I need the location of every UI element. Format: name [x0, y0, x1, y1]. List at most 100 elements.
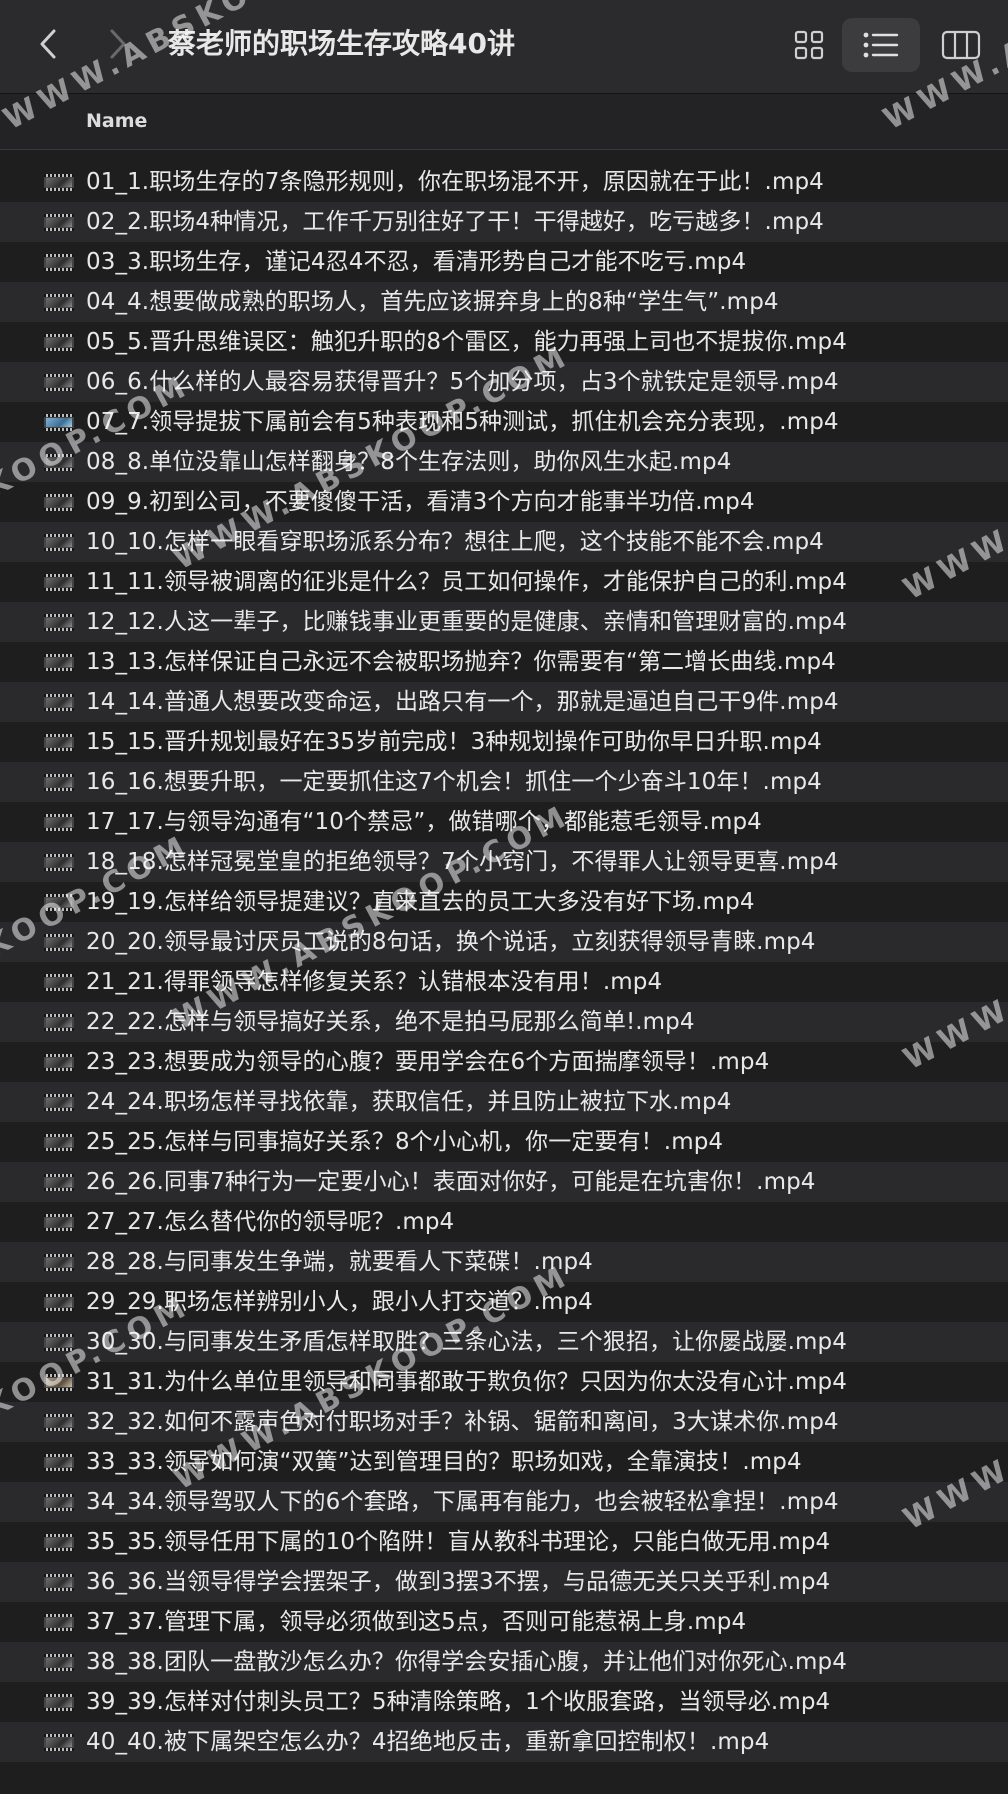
file-row[interactable]: 39_39.怎样对付刺头员工？5种清除策略，1个收服套路，当领导必.mp4	[0, 1682, 1008, 1722]
file-name: 29_29.职场怎样辨别小人，跟小人打交道？.mp4	[86, 1289, 593, 1315]
file-row[interactable]: 31_31.为什么单位里领导和同事都敢于欺负你？只因为你太没有心计.mp4	[0, 1362, 1008, 1402]
file-row[interactable]: 35_35.领导任用下属的10个陷阱！盲从教科书理论，只能白做无用.mp4	[0, 1522, 1008, 1562]
file-name: 30_30.与同事发生矛盾怎样取胜？三条心法，三个狠招，让你屡战屡.mp4	[86, 1329, 847, 1355]
video-file-icon	[44, 934, 74, 951]
file-row[interactable]: 27_27.怎么替代你的领导呢？.mp4	[0, 1202, 1008, 1242]
file-row[interactable]: 25_25.怎样与同事搞好关系？8个小心机，你一定要有！.mp4	[0, 1122, 1008, 1162]
file-row[interactable]: 12_12.人这一辈子，比赚钱事业更重要的是健康、亲情和管理财富的.mp4	[0, 602, 1008, 642]
file-row[interactable]: 14_14.普通人想要改变命运，出路只有一个，那就是逼迫自己干9件.mp4	[0, 682, 1008, 722]
video-file-icon	[44, 294, 74, 311]
file-name: 07_7.领导提拔下属前会有5种表现和5种测试，抓住机会充分表现，.mp4	[86, 409, 839, 435]
file-name: 27_27.怎么替代你的领导呢？.mp4	[86, 1209, 455, 1235]
file-row[interactable]: 38_38.团队一盘散沙怎么办？你得学会安插心腹，并让他们对你死心.mp4	[0, 1642, 1008, 1682]
video-file-icon	[44, 1654, 74, 1671]
file-row[interactable]: 20_20.领导最讨厌员工说的8句话，换个说话，立刻获得领导青睐.mp4	[0, 922, 1008, 962]
file-row[interactable]: 24_24.职场怎样寻找依靠，获取信任，并且防止被拉下水.mp4	[0, 1082, 1008, 1122]
file-name: 36_36.当领导得学会摆架子，做到3摆3不摆，与品德无关只关乎利.mp4	[86, 1569, 831, 1595]
file-row[interactable]: 28_28.与同事发生争端，就要看人下菜碟！.mp4	[0, 1242, 1008, 1282]
file-row[interactable]: 19_19.怎样给领导提建议？直来直去的员工大多没有好下场.mp4	[0, 882, 1008, 922]
file-name: 14_14.普通人想要改变命运，出路只有一个，那就是逼迫自己干9件.mp4	[86, 689, 839, 715]
file-row[interactable]: 32_32.如何不露声色对付职场对手？补锅、锯箭和离间，3大谋术你.mp4	[0, 1402, 1008, 1442]
file-name: 02_2.职场4种情况，工作千万别往好了干！干得越好，吃亏越多！.mp4	[86, 209, 824, 235]
video-file-icon	[44, 1334, 74, 1351]
file-list: 01_1.职场生存的7条隐形规则，你在职场混不开，原因就在于此！.mp4 02_2…	[0, 162, 1008, 1762]
file-row[interactable]: 33_33.领导如何演“双簧”达到管理目的？职场如戏，全靠演技！.mp4	[0, 1442, 1008, 1482]
file-row[interactable]: 04_4.想要做成熟的职场人，首先应该摒弃身上的8种“学生气”.mp4	[0, 282, 1008, 322]
file-name: 09_9.初到公司，不要傻傻干活，看清3个方向才能事半功倍.mp4	[86, 489, 755, 515]
file-row[interactable]: 36_36.当领导得学会摆架子，做到3摆3不摆，与品德无关只关乎利.mp4	[0, 1562, 1008, 1602]
file-row[interactable]: 21_21.得罪领导怎样修复关系？认错根本没有用！.mp4	[0, 962, 1008, 1002]
video-file-icon	[44, 214, 74, 231]
forward-button[interactable]	[98, 22, 138, 66]
file-row[interactable]: 08_8.单位没靠山怎样翻身？8个生存法则，助你风生水起.mp4	[0, 442, 1008, 482]
file-name: 34_34.领导驾驭人下的6个套路，下属再有能力，也会被轻松拿捏！.mp4	[86, 1489, 839, 1515]
video-file-icon	[44, 1694, 74, 1711]
file-row[interactable]: 01_1.职场生存的7条隐形规则，你在职场混不开，原因就在于此！.mp4	[0, 162, 1008, 202]
file-name: 32_32.如何不露声色对付职场对手？补锅、锯箭和离间，3大谋术你.mp4	[86, 1409, 839, 1435]
file-row[interactable]: 03_3.职场生存，谨记4忍4不忍，看清形势自己才能不吃亏.mp4	[0, 242, 1008, 282]
file-name: 01_1.职场生存的7条隐形规则，你在职场混不开，原因就在于此！.mp4	[86, 169, 824, 195]
file-row[interactable]: 09_9.初到公司，不要傻傻干活，看清3个方向才能事半功倍.mp4	[0, 482, 1008, 522]
file-row[interactable]: 34_34.领导驾驭人下的6个套路，下属再有能力，也会被轻松拿捏！.mp4	[0, 1482, 1008, 1522]
column-header-name[interactable]: Name	[86, 108, 147, 134]
file-name: 10_10.怎样一眼看穿职场派系分布？想往上爬，这个技能不能不会.mp4	[86, 529, 824, 555]
back-button[interactable]	[28, 22, 68, 66]
video-file-icon	[44, 1454, 74, 1471]
file-row[interactable]: 11_11.领导被调离的征兆是什么？员工如何操作，才能保护自己的利.mp4	[0, 562, 1008, 602]
chevron-right-icon	[110, 29, 126, 59]
video-file-icon	[44, 334, 74, 351]
file-name: 17_17.与领导沟通有“10个禁忌”，做错哪个，都能惹毛领导.mp4	[86, 809, 762, 835]
file-row[interactable]: 16_16.想要升职，一定要抓住这7个机会！抓住一个少奋斗10年！.mp4	[0, 762, 1008, 802]
file-name: 04_4.想要做成熟的职场人，首先应该摒弃身上的8种“学生气”.mp4	[86, 289, 779, 315]
file-row[interactable]: 06_6.什么样的人最容易获得晋升？5个加分项，占3个就铁定是领导.mp4	[0, 362, 1008, 402]
column-view-button[interactable]	[928, 18, 994, 72]
file-name: 12_12.人这一辈子，比赚钱事业更重要的是健康、亲情和管理财富的.mp4	[86, 609, 847, 635]
file-name: 05_5.晋升思维误区：触犯升职的8个雷区，能力再强上司也不提拔你.mp4	[86, 329, 847, 355]
file-row[interactable]: 13_13.怎样保证自己永远不会被职场抛弃？你需要有“第二增长曲线.mp4	[0, 642, 1008, 682]
file-name: 25_25.怎样与同事搞好关系？8个小心机，你一定要有！.mp4	[86, 1129, 724, 1155]
file-name: 16_16.想要升职，一定要抓住这7个机会！抓住一个少奋斗10年！.mp4	[86, 769, 822, 795]
file-name: 20_20.领导最讨厌员工说的8句话，换个说话，立刻获得领导青睐.mp4	[86, 929, 816, 955]
video-file-icon	[44, 1134, 74, 1151]
file-row[interactable]: 17_17.与领导沟通有“10个禁忌”，做错哪个，都能惹毛领导.mp4	[0, 802, 1008, 842]
video-file-icon	[44, 534, 74, 551]
file-row[interactable]: 18_18.怎样冠冕堂皇的拒绝领导？7个小窍门，不得罪人让领导更喜.mp4	[0, 842, 1008, 882]
file-name: 39_39.怎样对付刺头员工？5种清除策略，1个收服套路，当领导必.mp4	[86, 1689, 831, 1715]
file-row[interactable]: 29_29.职场怎样辨别小人，跟小人打交道？.mp4	[0, 1282, 1008, 1322]
file-row[interactable]: 10_10.怎样一眼看穿职场派系分布？想往上爬，这个技能不能不会.mp4	[0, 522, 1008, 562]
video-file-icon	[44, 1174, 74, 1191]
file-row[interactable]: 05_5.晋升思维误区：触犯升职的8个雷区，能力再强上司也不提拔你.mp4	[0, 322, 1008, 362]
video-file-icon	[44, 814, 74, 831]
file-name: 22_22.怎样与领导搞好关系，绝不是拍马屁那么简单!.mp4	[86, 1009, 695, 1035]
file-name: 15_15.晋升规划最好在35岁前完成！3种规划操作可助你早日升职.mp4	[86, 729, 822, 755]
video-file-icon	[44, 894, 74, 911]
file-name: 13_13.怎样保证自己永远不会被职场抛弃？你需要有“第二增长曲线.mp4	[86, 649, 836, 675]
grid-view-icon	[794, 30, 824, 60]
grid-view-button[interactable]	[778, 18, 840, 72]
file-name: 35_35.领导任用下属的10个陷阱！盲从教科书理论，只能白做无用.mp4	[86, 1529, 831, 1555]
file-name: 06_6.什么样的人最容易获得晋升？5个加分项，占3个就铁定是领导.mp4	[86, 369, 839, 395]
video-file-icon	[44, 854, 74, 871]
file-row[interactable]: 02_2.职场4种情况，工作千万别往好了干！干得越好，吃亏越多！.mp4	[0, 202, 1008, 242]
video-file-icon	[44, 1054, 74, 1071]
file-name: 19_19.怎样给领导提建议？直来直去的员工大多没有好下场.mp4	[86, 889, 755, 915]
file-row[interactable]: 26_26.同事7种行为一定要小心！表面对你好，可能是在坑害你！.mp4	[0, 1162, 1008, 1202]
file-row[interactable]: 23_23.想要成为领导的心腹？要用学会在6个方面揣摩领导！.mp4	[0, 1042, 1008, 1082]
file-row[interactable]: 07_7.领导提拔下属前会有5种表现和5种测试，抓住机会充分表现，.mp4	[0, 402, 1008, 442]
file-row[interactable]: 15_15.晋升规划最好在35岁前完成！3种规划操作可助你早日升职.mp4	[0, 722, 1008, 762]
video-file-icon	[44, 1574, 74, 1591]
video-file-icon	[44, 574, 74, 591]
window-title: 蔡老师的职场生存攻略40讲	[168, 27, 515, 60]
video-file-icon	[44, 1734, 74, 1751]
video-file-icon	[44, 1214, 74, 1231]
video-file-icon	[44, 414, 74, 431]
file-row[interactable]: 37_37.管理下属，领导必须做到这5点，否则可能惹祸上身.mp4	[0, 1602, 1008, 1642]
file-name: 24_24.职场怎样寻找依靠，获取信任，并且防止被拉下水.mp4	[86, 1089, 732, 1115]
list-view-button[interactable]	[842, 18, 920, 72]
file-name: 31_31.为什么单位里领导和同事都敢于欺负你？只因为你太没有心计.mp4	[86, 1369, 847, 1395]
window-toolbar: 蔡老师的职场生存攻略40讲	[0, 0, 1008, 94]
list-view-icon	[863, 32, 899, 58]
file-row[interactable]: 40_40.被下属架空怎么办？4招绝地反击，重新拿回控制权！.mp4	[0, 1722, 1008, 1762]
file-row[interactable]: 22_22.怎样与领导搞好关系，绝不是拍马屁那么简单!.mp4	[0, 1002, 1008, 1042]
file-row[interactable]: 30_30.与同事发生矛盾怎样取胜？三条心法，三个狠招，让你屡战屡.mp4	[0, 1322, 1008, 1362]
